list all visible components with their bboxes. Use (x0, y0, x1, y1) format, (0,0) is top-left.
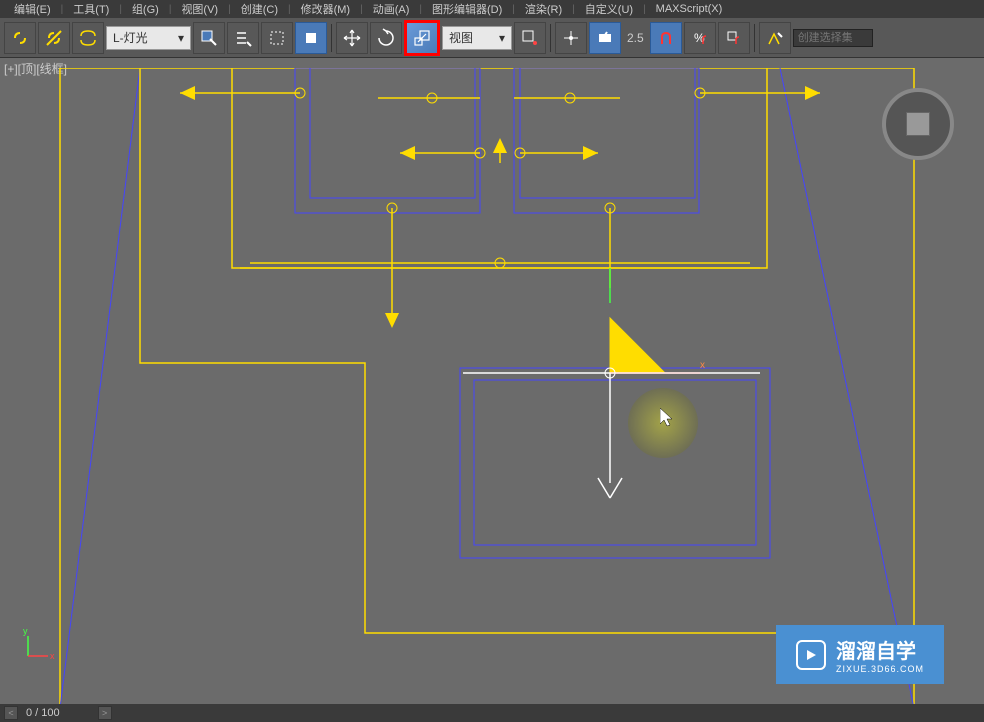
angle-snap-icon[interactable]: % (684, 22, 716, 54)
select-region-icon[interactable] (261, 22, 293, 54)
menu-animation[interactable]: 动画(A) (363, 0, 420, 19)
reference-coord-dropdown[interactable]: 视图 ▾ (442, 26, 512, 50)
cursor-highlight (628, 388, 698, 458)
menu-rendering[interactable]: 渲染(R) (515, 0, 572, 19)
main-toolbar: L-灯光 ▾ 视图 ▾ 2.5 % (0, 18, 984, 58)
scroll-right-icon[interactable]: > (98, 706, 112, 720)
unlink-icon[interactable] (38, 22, 70, 54)
svg-text:x: x (700, 360, 705, 371)
menu-bar: 编辑(E) | 工具(T) | 组(G) | 视图(V) | 创建(C) | 修… (0, 0, 984, 18)
svg-text:y: y (23, 626, 28, 636)
spinner-value: 2.5 (623, 31, 648, 45)
menu-tools[interactable]: 工具(T) (63, 0, 119, 19)
menu-customize[interactable]: 自定义(U) (575, 0, 643, 19)
axis-indicator: y x (20, 624, 60, 664)
watermark-text: 溜溜自学 (836, 635, 924, 664)
frame-counter: 0 / 100 (18, 707, 68, 719)
menu-modifiers[interactable]: 修改器(M) (291, 0, 361, 19)
window-crossing-icon[interactable] (295, 22, 327, 54)
scroll-left-icon[interactable]: < (4, 706, 18, 720)
menu-create[interactable]: 创建(C) (231, 0, 288, 19)
scale-icon[interactable] (404, 20, 440, 56)
edit-named-sel-icon[interactable] (759, 22, 791, 54)
manipulate-icon[interactable] (555, 22, 587, 54)
bind-icon[interactable] (72, 22, 104, 54)
keyboard-shortcut-icon[interactable] (589, 22, 621, 54)
move-icon[interactable] (336, 22, 368, 54)
select-filter-icon[interactable] (193, 22, 225, 54)
link-icon[interactable] (4, 22, 36, 54)
rotate-icon[interactable] (370, 22, 402, 54)
status-bar: < 0 / 100 > (0, 704, 984, 722)
pivot-center-icon[interactable] (514, 22, 546, 54)
select-by-name-icon[interactable] (227, 22, 259, 54)
named-selection-input[interactable] (793, 29, 873, 47)
percent-snap-icon[interactable] (718, 22, 750, 54)
menu-maxscript[interactable]: MAXScript(X) (646, 1, 733, 17)
snap-toggle-icon[interactable] (650, 22, 682, 54)
menu-graph-editors[interactable]: 图形编辑器(D) (422, 0, 512, 19)
watermark: 溜溜自学 ZIXUE.3D66.COM (776, 625, 944, 684)
svg-text:x: x (50, 651, 55, 661)
nav-cube-face[interactable] (906, 112, 930, 136)
viewport[interactable]: [+][顶][线框] (0, 58, 984, 704)
watermark-url: ZIXUE.3D66.COM (836, 664, 924, 674)
drawing-canvas: x (0, 68, 984, 714)
play-icon (796, 640, 826, 670)
selection-filter-dropdown[interactable]: L-灯光 ▾ (106, 26, 191, 50)
menu-edit[interactable]: 编辑(E) (4, 0, 61, 19)
navigation-cube[interactable] (882, 88, 954, 160)
menu-view[interactable]: 视图(V) (171, 0, 228, 19)
menu-group[interactable]: 组(G) (122, 0, 169, 19)
